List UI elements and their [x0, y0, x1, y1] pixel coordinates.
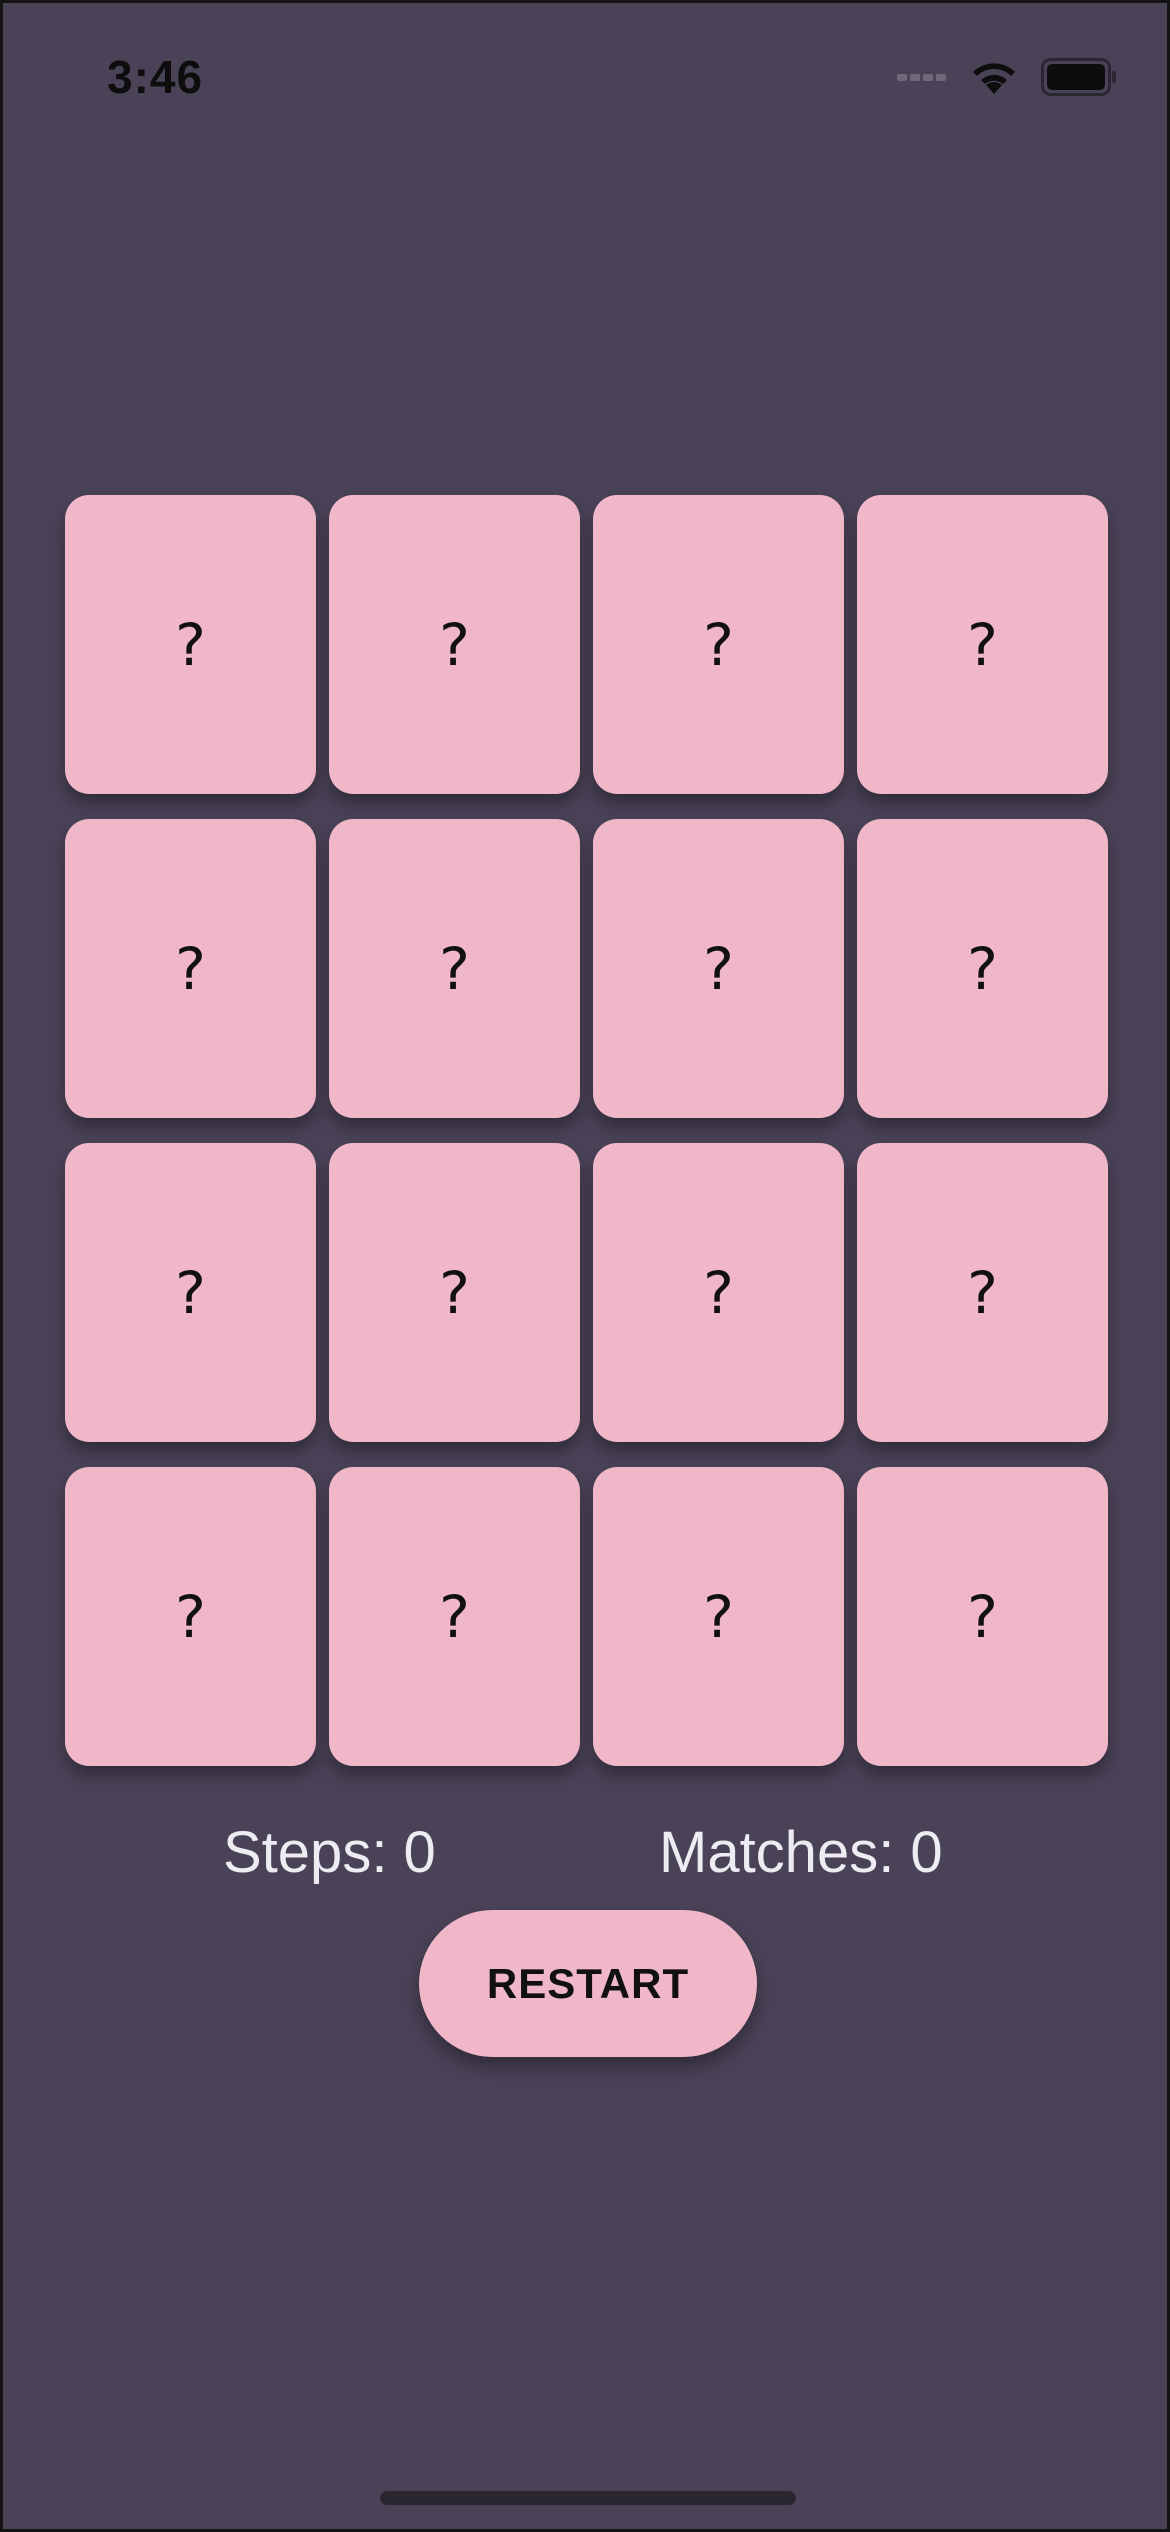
- cellular-signal-icon: [897, 73, 949, 81]
- memory-card[interactable]: ?: [329, 1143, 580, 1442]
- card-face-label: ?: [967, 1582, 998, 1651]
- card-face-label: ?: [967, 1258, 998, 1327]
- card-face-label: ?: [703, 934, 734, 1003]
- wifi-icon: [973, 63, 1015, 94]
- app-screen: 3:46 ? ? ? ? ? ? ? ? ? ? ? ? ? ? ? ? Ste…: [0, 0, 1170, 2532]
- memory-card[interactable]: ?: [593, 1467, 844, 1766]
- restart-button-label: RESTART: [486, 1959, 690, 2007]
- memory-card[interactable]: ?: [329, 495, 580, 794]
- memory-card[interactable]: ?: [857, 495, 1108, 794]
- battery-icon: [1041, 58, 1116, 96]
- card-face-label: ?: [967, 934, 998, 1003]
- card-face-label: ?: [439, 610, 470, 679]
- card-face-label: ?: [439, 934, 470, 1003]
- home-indicator[interactable]: [380, 2491, 796, 2505]
- card-face-label: ?: [703, 610, 734, 679]
- memory-card[interactable]: ?: [329, 1467, 580, 1766]
- memory-card[interactable]: ?: [593, 819, 844, 1118]
- memory-card[interactable]: ?: [857, 1467, 1108, 1766]
- memory-card[interactable]: ?: [857, 1143, 1108, 1442]
- memory-card[interactable]: ?: [329, 819, 580, 1118]
- card-face-label: ?: [439, 1258, 470, 1327]
- status-time: 3:46: [107, 51, 204, 103]
- steps-counter: Steps: 0: [223, 1820, 436, 1885]
- card-face-label: ?: [175, 610, 206, 679]
- memory-card[interactable]: ?: [65, 819, 316, 1118]
- memory-card[interactable]: ?: [65, 1143, 316, 1442]
- status-icons: [897, 55, 1117, 99]
- card-face-label: ?: [703, 1582, 734, 1651]
- card-grid: ? ? ? ? ? ? ? ? ? ? ? ? ? ? ? ?: [65, 495, 1111, 1766]
- memory-card[interactable]: ?: [593, 495, 844, 794]
- card-face-label: ?: [175, 1258, 206, 1327]
- card-face-label: ?: [175, 1582, 206, 1651]
- memory-card[interactable]: ?: [65, 495, 316, 794]
- card-face-label: ?: [967, 610, 998, 679]
- memory-card[interactable]: ?: [857, 819, 1108, 1118]
- matches-counter: Matches: 0: [659, 1820, 943, 1885]
- memory-card[interactable]: ?: [593, 1143, 844, 1442]
- restart-button[interactable]: RESTART: [419, 1910, 757, 2057]
- card-face-label: ?: [703, 1258, 734, 1327]
- card-face-label: ?: [175, 934, 206, 1003]
- memory-card[interactable]: ?: [65, 1467, 316, 1766]
- card-face-label: ?: [439, 1582, 470, 1651]
